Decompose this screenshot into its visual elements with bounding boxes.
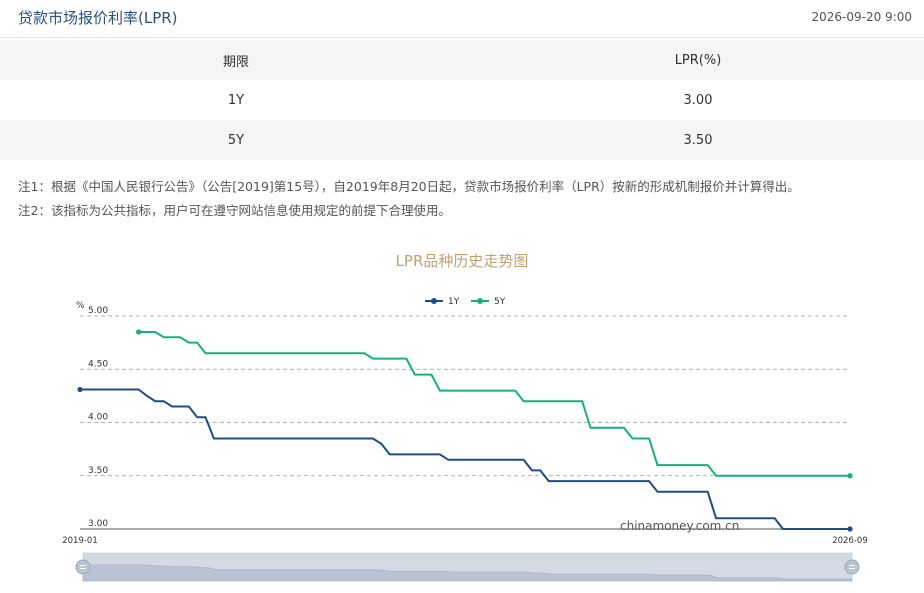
y-tick-label: 3.00 — [88, 519, 108, 529]
series-endpoint — [135, 329, 142, 335]
zoom-handle-right[interactable] — [844, 559, 860, 575]
x-tick-label: 2026-09 — [832, 536, 868, 546]
series-line-1y — [80, 388, 850, 530]
series-layer — [77, 329, 853, 532]
legend-item-1y[interactable]: 1Y — [425, 297, 460, 307]
x-tick-label: 2019-01 — [62, 536, 98, 546]
legend-label: 5Y — [494, 297, 506, 307]
chart-title: LPR品种历史走势图 — [395, 252, 529, 270]
handle-knob — [844, 559, 860, 575]
table-cell-term: 1Y — [227, 92, 245, 108]
grid-layer — [80, 315, 850, 530]
table-cell-rate: 3.00 — [683, 92, 713, 108]
legend-swatch-dot — [431, 298, 437, 304]
series-endpoint — [847, 473, 853, 479]
series-endpoint — [77, 386, 83, 393]
chart-legend[interactable]: 1Y 5Y — [425, 297, 506, 307]
zoom-selected-range[interactable] — [83, 553, 852, 581]
y-tick-label: 4.00 — [88, 413, 108, 423]
legend-item-5y[interactable]: 5Y — [471, 297, 506, 307]
table-header-row: 期限 LPR(%) — [0, 40, 924, 80]
y-tick-label: 3.50 — [88, 466, 108, 476]
zoom-handle-left[interactable] — [75, 559, 91, 575]
watermark: chinamoney.com.cn — [620, 519, 740, 533]
note-1: 注1：根据《中国人民银行公告》（公告[2019]第15号），自2019年8月20… — [18, 179, 800, 194]
note-2: 注2：该指标为公共指标，用户可在遵守网站信息使用规定的前提下合理使用。 — [18, 203, 451, 218]
legend-swatch-dot — [477, 298, 483, 304]
page-header: 贷款市场报价利率(LPR) 2026-09-20 9:00 — [0, 0, 924, 38]
data-zoom-slider[interactable] — [75, 552, 860, 582]
table-cell-term: 5Y — [227, 132, 245, 148]
y-tick-label: 4.50 — [88, 359, 108, 369]
publish-date: 2026-09-20 9:00 — [811, 10, 913, 24]
y-axis-label: % — [76, 301, 85, 311]
axis-layer: 5.00 4.50 4.00 3.50 3.00% 2019-01 2026-09 — [62, 301, 868, 546]
y-tick-label: 5.00 — [88, 306, 108, 316]
column-header-term: 期限 — [222, 54, 249, 70]
table-cell-rate: 3.50 — [683, 132, 713, 148]
handle-knob — [75, 559, 91, 575]
column-header-rate: LPR(%) — [674, 52, 722, 68]
series-endpoint — [847, 526, 853, 532]
legend-label: 1Y — [448, 297, 460, 307]
lpr-history-chart: 5.00 4.50 4.00 3.50 3.00% 2019-01 2026-09 1Y 5Y — [62, 297, 868, 582]
page-title: 贷款市场报价利率(LPR) — [18, 9, 178, 27]
lpr-table: 期限 LPR(%) 1Y 3.00 5Y 3.50 — [0, 40, 924, 160]
table-row: 1Y 3.00 — [0, 80, 924, 120]
table-row: 5Y 3.50 — [0, 120, 924, 160]
series-line-5y — [138, 331, 850, 477]
